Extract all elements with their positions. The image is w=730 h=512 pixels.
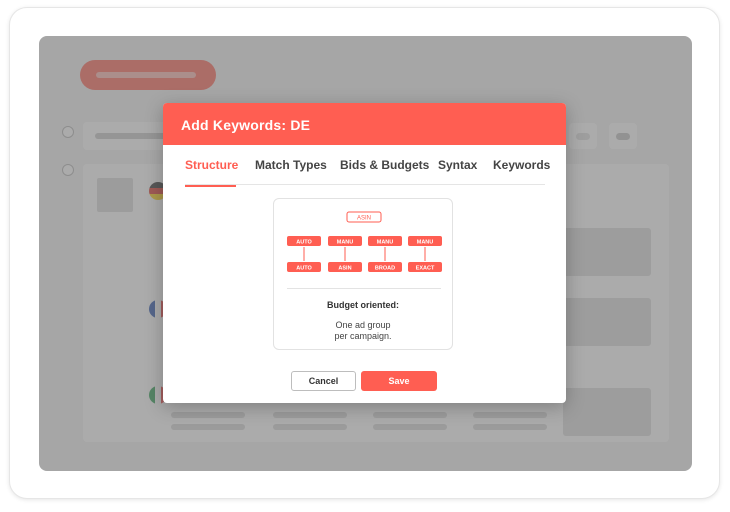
dialog-title: Add Keywords: DE <box>181 117 311 133</box>
diagram-node-label: AUTO <box>296 240 312 246</box>
diagram-node: MANU <box>368 236 402 246</box>
dialog-header: Add Keywords: DE <box>163 103 566 145</box>
diagram-node-label: BROAD <box>375 266 395 272</box>
tab-syntax[interactable]: Syntax <box>438 158 477 172</box>
cancel-button[interactable]: Cancel <box>291 371 356 391</box>
diagram-node-label: ASIN <box>338 266 351 272</box>
diagram-node: EXACT <box>408 262 442 272</box>
active-tab-indicator <box>185 185 236 187</box>
save-button[interactable]: Save <box>361 371 437 391</box>
tab-bar: Structure Match Types Bids & Budgets Syn… <box>185 158 550 187</box>
diagram-node: AUTO <box>287 262 321 272</box>
tab-bids-budgets[interactable]: Bids & Budgets <box>340 158 429 172</box>
tab-structure[interactable]: Structure <box>185 158 238 172</box>
diagram-node: MANU <box>408 236 442 246</box>
diagram-root-label: ASIN <box>357 216 371 222</box>
diagram-node: AUTO <box>287 236 321 246</box>
diagram-root-node: ASIN <box>346 211 382 223</box>
diagram-node-label: MANU <box>337 240 354 246</box>
diagram-node-label: MANU <box>377 240 394 246</box>
divider <box>287 288 441 289</box>
budget-description-line-1: One ad group <box>335 320 391 330</box>
diagram-node: BROAD <box>368 262 402 272</box>
budget-title: Budget oriented: <box>327 300 399 310</box>
diagram-node-label: MANU <box>417 240 434 246</box>
diagram-node-label: AUTO <box>296 266 312 272</box>
tab-keywords[interactable]: Keywords <box>493 158 550 172</box>
add-keywords-dialog: Add Keywords: DE Structure Match Types B… <box>163 103 566 403</box>
diagram-node: MANU <box>328 236 362 246</box>
diagram-node-label: EXACT <box>416 266 435 272</box>
structure-diagram-card: ASIN AUTO MANU MANU MANU AUTO ASIN BROAD… <box>273 198 453 350</box>
tab-match-types[interactable]: Match Types <box>255 158 327 172</box>
diagram-node: ASIN <box>328 262 362 272</box>
budget-description-line-2: per campaign. <box>334 331 392 341</box>
